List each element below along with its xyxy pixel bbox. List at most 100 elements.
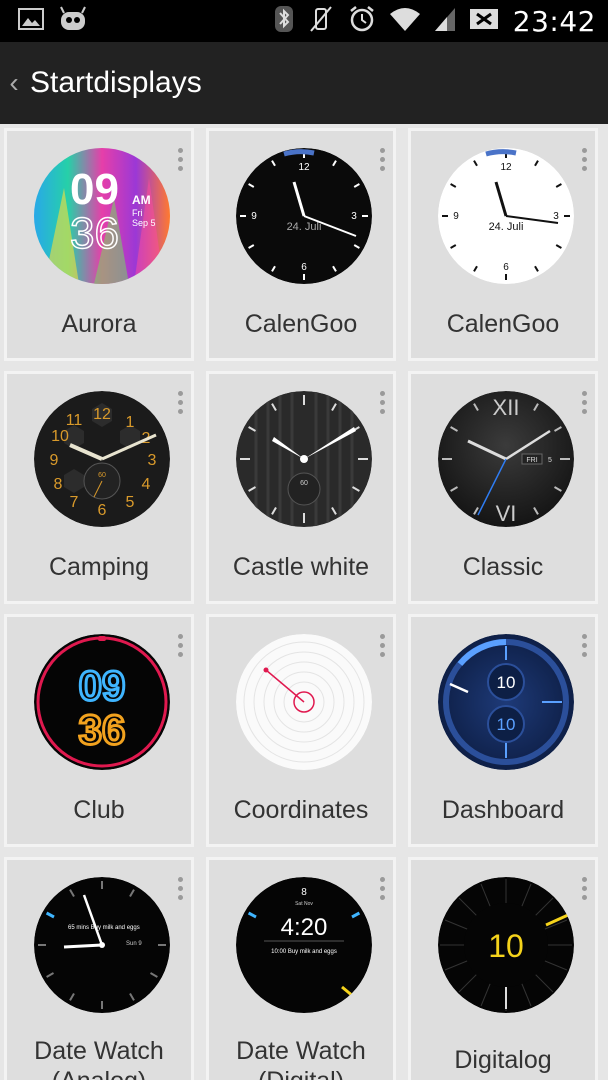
digitalog-value: 10	[488, 928, 524, 964]
watchface-label: Coordinates	[233, 796, 369, 824]
watchface-preview: 12 3 6 9 24. Juli	[438, 148, 574, 284]
calengoo-date: 24. Juli	[489, 221, 524, 233]
aurora-day: Fri	[132, 208, 143, 218]
watchface-card-coordinates[interactable]: Coordinates	[206, 614, 396, 847]
datewatch-digital-day: Sat Nov	[295, 901, 313, 907]
svg-text:4: 4	[142, 476, 151, 493]
watchface-preview: 10 10	[438, 634, 574, 770]
overflow-menu-icon[interactable]	[579, 391, 589, 414]
svg-text:9: 9	[251, 211, 257, 222]
watchface-card-digitalog[interactable]: 10 Digitalog	[408, 857, 598, 1080]
watchface-preview	[236, 634, 372, 770]
image-icon	[18, 7, 44, 35]
watchface-card-club[interactable]: 09 36 Club	[4, 614, 194, 847]
watchface-preview: 12 3 6 9 24. Juli	[236, 148, 372, 284]
datewatch-digital-time: 4:20	[281, 914, 328, 941]
watchface-label: Camping	[48, 553, 150, 581]
classic-date: 5	[548, 457, 552, 464]
wifi-icon	[389, 6, 421, 37]
svg-text:9: 9	[50, 452, 59, 469]
watchface-preview: 10	[438, 877, 574, 1013]
aurora-minute: 36	[70, 209, 119, 258]
watchface-preview: 09 36	[34, 634, 170, 770]
battery-icon	[469, 6, 501, 37]
watchface-card-calengoo-dark[interactable]: 12 3 6 9 24. Juli CalenGoo	[206, 128, 396, 361]
watchface-label: CalenGoo	[244, 310, 358, 338]
svg-text:9: 9	[453, 211, 459, 222]
watchface-preview: 60	[236, 391, 372, 527]
overflow-menu-icon[interactable]	[175, 634, 185, 657]
svg-text:3: 3	[553, 211, 559, 222]
datewatch-analog-line1: 65 mins Buy milk and eggs	[68, 925, 140, 931]
signal-icon	[433, 6, 457, 37]
svg-text:5: 5	[126, 494, 135, 511]
watchface-card-aurora[interactable]: 09 36 AM Fri Sep 5 Aurora	[4, 128, 194, 361]
watchface-preview: 09 36 AM Fri Sep 5	[34, 148, 170, 284]
svg-text:11: 11	[66, 412, 83, 429]
svg-text:12: 12	[500, 162, 512, 173]
aurora-date: Sep 5	[132, 218, 156, 228]
club-minute: 36	[79, 706, 126, 753]
svg-text:3: 3	[351, 211, 357, 222]
watchface-card-datewatch-analog[interactable]: 65 mins Buy milk and eggs Sun 9 Date Wat…	[4, 857, 194, 1080]
svg-text:XII: XII	[493, 395, 520, 420]
overflow-menu-icon[interactable]	[579, 877, 589, 900]
watchface-label: Club	[73, 796, 125, 824]
svg-text:12: 12	[298, 162, 310, 173]
overflow-menu-icon[interactable]	[175, 148, 185, 171]
watchface-grid: 09 36 AM Fri Sep 5 Aurora 12 3 6 9 24. J…	[4, 128, 604, 1080]
club-hour: 09	[79, 662, 126, 709]
svg-text:6: 6	[503, 262, 509, 273]
overflow-menu-icon[interactable]	[579, 148, 589, 171]
watchface-preview: 65 mins Buy milk and eggs Sun 9	[34, 877, 170, 1013]
camping-subdial: 60	[98, 472, 106, 479]
watchface-card-calengoo-light[interactable]: 12 3 6 9 24. Juli CalenGoo	[408, 128, 598, 361]
svg-text:3: 3	[148, 452, 157, 469]
vibrate-off-icon	[307, 4, 335, 39]
watchface-preview: XII VI FRI 5	[438, 391, 574, 527]
overflow-menu-icon[interactable]	[377, 391, 387, 414]
svg-text:VI: VI	[496, 501, 517, 526]
watchface-card-camping[interactable]: 12369 1245 781011 60 Camping	[4, 371, 194, 604]
watchface-label: Castle white	[232, 553, 370, 581]
watchface-card-classic[interactable]: XII VI FRI 5 Classic	[408, 371, 598, 604]
action-bar: ‹ Startdisplays	[0, 42, 608, 124]
castle-subdial: 60	[300, 480, 308, 487]
dashboard-top: 10	[497, 673, 516, 692]
watchface-label: Digitalog	[454, 1046, 552, 1074]
watchface-card-castle-white[interactable]: 60 Castle white	[206, 371, 396, 604]
alarm-icon	[347, 4, 377, 39]
watchface-label: Classic	[462, 553, 544, 581]
watchface-label: CalenGoo	[446, 310, 560, 338]
svg-text:1: 1	[126, 414, 135, 431]
watchface-preview: 8 Sat Nov 4:20 10:00 Buy milk and eggs	[236, 877, 372, 1013]
dashboard-bottom: 10	[497, 715, 516, 734]
svg-text:7: 7	[70, 494, 79, 511]
overflow-menu-icon[interactable]	[579, 634, 589, 657]
page-title[interactable]: Startdisplays	[30, 66, 202, 100]
watchface-label: Date Watch (Analog)	[34, 1037, 164, 1080]
back-chevron-icon[interactable]: ‹	[0, 67, 28, 99]
bluetooth-icon	[273, 4, 295, 39]
watchface-label: Aurora	[61, 310, 137, 338]
datewatch-digital-date: 8	[301, 887, 307, 898]
datewatch-analog-line2: Sun 9	[126, 941, 142, 947]
datewatch-digital-event: 10:00 Buy milk and eggs	[271, 949, 337, 955]
calengoo-date: 24. Juli	[287, 221, 322, 233]
overflow-menu-icon[interactable]	[175, 877, 185, 900]
cyanogen-mascot-icon	[58, 6, 88, 37]
overflow-menu-icon[interactable]	[377, 148, 387, 171]
watchface-label: Date Watch (Digital)	[236, 1037, 366, 1080]
watchface-label: Dashboard	[441, 796, 565, 824]
overflow-menu-icon[interactable]	[175, 391, 185, 414]
overflow-menu-icon[interactable]	[377, 634, 387, 657]
svg-text:8: 8	[54, 476, 63, 493]
overflow-menu-icon[interactable]	[377, 877, 387, 900]
watchface-card-datewatch-digital[interactable]: 8 Sat Nov 4:20 10:00 Buy milk and eggs D…	[206, 857, 396, 1080]
aurora-hour: 09	[70, 165, 119, 214]
watchface-card-dashboard[interactable]: 10 10 Dashboard	[408, 614, 598, 847]
status-bar: 23:42	[0, 0, 608, 42]
svg-text:6: 6	[98, 502, 107, 519]
watchface-preview: 12369 1245 781011 60	[34, 391, 170, 527]
svg-text:12: 12	[93, 406, 111, 423]
